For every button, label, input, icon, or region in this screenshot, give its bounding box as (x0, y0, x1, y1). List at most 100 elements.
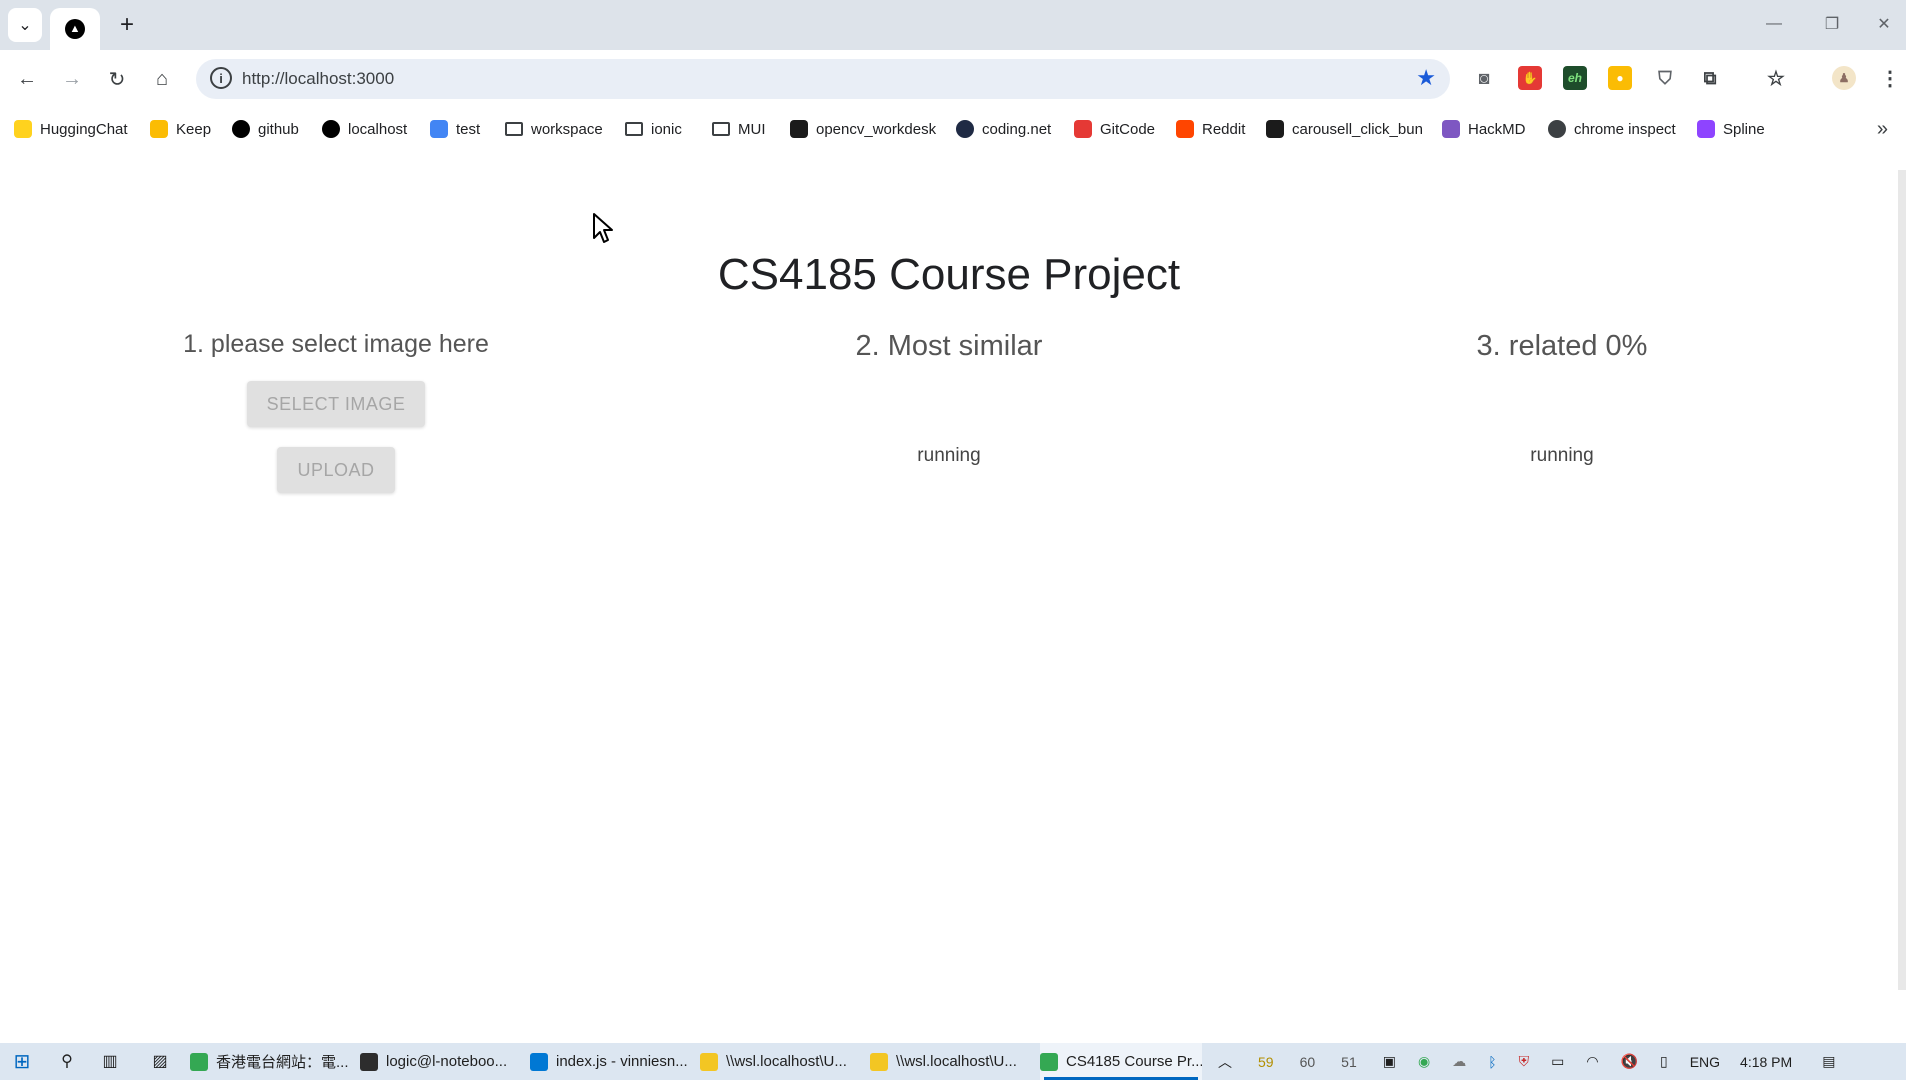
bookmark-chrome-inspect[interactable]: chrome inspect (1548, 118, 1676, 140)
taskbar-app-icon (190, 1052, 208, 1071)
camera-extension-icon[interactable]: ◙ (1472, 66, 1496, 90)
bookmark-label: chrome inspect (1574, 120, 1676, 138)
menu-kebab-icon[interactable]: ⋮ (1878, 66, 1902, 90)
folder-icon (505, 122, 523, 136)
bookmarks-overflow-chevron-icon[interactable]: » (1877, 118, 1888, 141)
active-tab[interactable]: ▲ (50, 8, 100, 50)
tray-chevron-up-icon[interactable]: ︿ (1218, 1052, 1232, 1072)
bookmark-gitcode[interactable]: GitCode (1074, 118, 1155, 140)
bookmark-spline[interactable]: Spline (1697, 118, 1765, 140)
bookmark-label: HuggingChat (40, 120, 128, 138)
keep-extension-icon[interactable]: ● (1608, 66, 1632, 90)
taskbar-app-label: 香港電台網站：電... (216, 1054, 349, 1071)
taskbar-app-3[interactable]: index.js - vinniesn... (530, 1043, 692, 1080)
thumbs-down-extension-icon[interactable]: ✋ (1518, 66, 1542, 90)
tray-number-2: 60 (1299, 1053, 1316, 1070)
home-icon[interactable]: ⌂ (145, 62, 179, 96)
bookmark-github[interactable]: github (232, 118, 299, 140)
forward-arrow-icon[interactable]: → (55, 62, 89, 96)
search-icon[interactable]: ⚲ (55, 1049, 79, 1073)
profile-avatar[interactable]: ♟ (1832, 66, 1856, 90)
bookmark-label: Keep (176, 120, 212, 138)
taskbar-app-4[interactable]: \\wsl.localhost\U... (700, 1043, 862, 1080)
site-info-icon[interactable]: i (210, 67, 232, 89)
select-image-button[interactable]: SELECT IMAGE (246, 381, 426, 427)
huggingface-icon (14, 120, 32, 138)
related-status: running (1530, 445, 1594, 466)
tab-bar: ⌄ ▲ + — ❐ ✕ (0, 0, 1906, 50)
globe-icon (1548, 120, 1566, 138)
tray-chrome-icon[interactable]: ◉ (1418, 1053, 1430, 1070)
tray-number-3: 51 (1341, 1053, 1357, 1070)
bookmark-mui[interactable]: MUI (712, 118, 766, 140)
security-shield-icon[interactable]: ⛨ (1519, 1053, 1530, 1070)
task-view-icon[interactable]: ▥ (98, 1049, 122, 1073)
bookmark-localhost[interactable]: localhost (322, 118, 407, 140)
taskbar-app-5[interactable]: \\wsl.localhost\U... (870, 1043, 1032, 1080)
bookmark-carousell-click-bun[interactable]: carousell_click_bun (1266, 118, 1423, 140)
url-text[interactable]: http://localhost:3000 (242, 69, 394, 89)
taskbar-app-2[interactable]: logic@l-noteboo... (360, 1043, 522, 1080)
taskbar-app-icon (870, 1052, 888, 1071)
battery-icon[interactable]: ▭ (1551, 1053, 1564, 1070)
language-indicator[interactable]: ENG (1690, 1054, 1720, 1070)
page-scrollbar[interactable] (1898, 170, 1906, 990)
tray-app-icon[interactable]: ▣ (1383, 1053, 1396, 1070)
upload-button[interactable]: UPLOAD (277, 447, 395, 493)
close-window-icon[interactable]: ✕ (1864, 10, 1904, 38)
taskbar-app-6[interactable]: CS4185 Course Pr... (1040, 1043, 1202, 1080)
eh-extension-icon[interactable]: eh (1563, 66, 1587, 90)
address-bar[interactable]: i http://localhost:3000 ★ (196, 59, 1450, 99)
most-similar-column: 2. Most similar running (699, 330, 1199, 467)
page-title: CS4185 Course Project (717, 250, 1181, 299)
tray-cloud-icon[interactable]: ☁ (1452, 1053, 1466, 1070)
bookmark-label: ionic (651, 120, 682, 138)
bookmark-huggingchat[interactable]: HuggingChat (14, 118, 128, 140)
select-image-column: 1. please select image here SELECT IMAGE… (86, 330, 586, 493)
back-arrow-icon[interactable]: ← (10, 62, 44, 96)
most-similar-heading: 2. Most similar (855, 330, 1043, 362)
bookmark-reddit[interactable]: Reddit (1176, 118, 1245, 140)
taskbar-app-label: CS4185 Course Pr... (1066, 1053, 1202, 1070)
bookmarks-star-icon[interactable]: ☆ (1764, 66, 1788, 90)
new-tab-plus-icon[interactable]: + (112, 10, 142, 40)
keep-icon (150, 120, 168, 138)
taskbar-app-label: \\wsl.localhost\U... (726, 1053, 847, 1070)
minimize-icon[interactable]: — (1754, 10, 1794, 38)
bookmark-coding-net[interactable]: coding.net (956, 118, 1051, 140)
volume-muted-icon[interactable]: 🔇 (1621, 1053, 1638, 1070)
usb-device-icon[interactable]: ▯ (1660, 1053, 1668, 1070)
reload-icon[interactable]: ↻ (100, 62, 134, 96)
bookmark-label: opencv_workdesk (816, 120, 937, 138)
bookmark-workspace[interactable]: workspace (505, 118, 603, 140)
folder-icon (712, 122, 730, 136)
bookmark-opencv-workdesk[interactable]: opencv_workdesk (790, 118, 936, 140)
triangle-icon (322, 120, 340, 138)
tray-number-1: 59 (1258, 1053, 1274, 1070)
bookmark-hackmd[interactable]: HackMD (1442, 118, 1526, 140)
bookmark-ionic[interactable]: ionic (625, 118, 682, 140)
tab-favicon-icon: ▲ (65, 19, 85, 39)
taskbar-app-label: index.js - vinniesn... (556, 1053, 688, 1070)
bookmark-test[interactable]: test (430, 118, 480, 140)
notifications-icon[interactable]: ▤ (1822, 1053, 1835, 1070)
browser-toolbar: ← → ↻ ⌂ i http://localhost:3000 ★ ◙ ✋ eh… (0, 50, 1906, 108)
extensions-puzzle-icon[interactable]: ⧉ (1698, 66, 1722, 90)
bluetooth-icon[interactable]: ᛒ (1488, 1054, 1496, 1070)
photos-app-icon[interactable]: ▨ (148, 1049, 172, 1073)
restore-icon[interactable]: ❐ (1812, 10, 1852, 38)
bookmark-star-icon[interactable]: ★ (1416, 65, 1436, 91)
coding-icon (956, 120, 974, 138)
folder-icon (625, 122, 643, 136)
wifi-icon[interactable]: ◠ (1586, 1053, 1598, 1070)
taskbar-app-1[interactable]: 香港電台網站：電... (190, 1043, 352, 1080)
clock-time[interactable]: 4:18 PM (1740, 1054, 1792, 1070)
windows-taskbar: ⊞ ⚲ ▥ ▨ ︿ 59 60 51 ▣ ◉ ☁ ᛒ ⛨ ▭ ◠ 🔇 ▯ ENG… (0, 1043, 1906, 1080)
related-heading: 3. related 0% (1476, 330, 1648, 362)
bookmark-keep[interactable]: Keep (150, 118, 211, 140)
bookmark-label: carousell_click_bun (1292, 120, 1423, 138)
bookmark-label: github (258, 120, 299, 138)
tab-search-dropdown-icon[interactable]: ⌄ (8, 8, 42, 42)
windows-start-icon[interactable]: ⊞ (10, 1049, 34, 1073)
ublock-shield-icon[interactable]: ⛉ (1653, 66, 1677, 90)
